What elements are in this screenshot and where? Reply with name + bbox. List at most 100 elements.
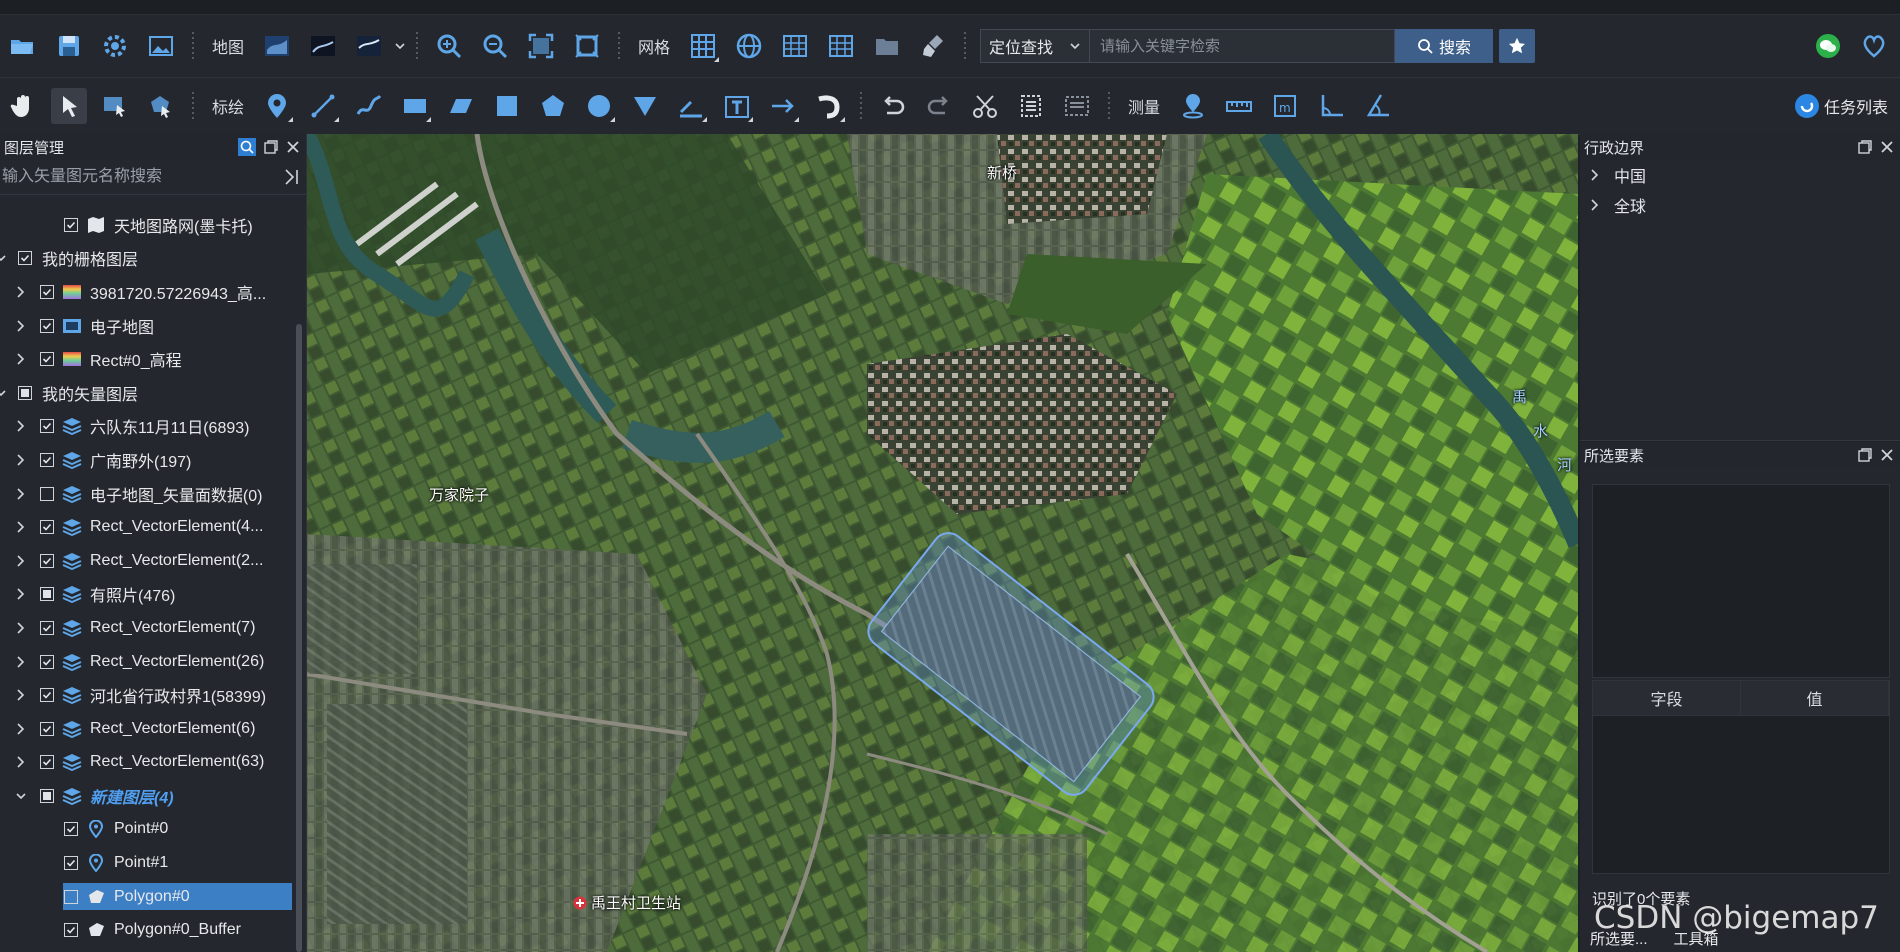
select-arrow-icon[interactable] xyxy=(51,88,87,124)
layer-visibility-checkbox[interactable] xyxy=(40,284,54,299)
layer-tree-item[interactable]: 有照片(476) xyxy=(0,578,296,612)
square-icon[interactable] xyxy=(489,88,525,124)
layer-visibility-checkbox[interactable] xyxy=(40,520,54,535)
layer-visibility-checkbox[interactable] xyxy=(64,822,78,837)
chevron-down-icon[interactable] xyxy=(392,40,408,52)
chevron-right-icon[interactable] xyxy=(14,520,28,534)
layer-visibility-checkbox[interactable] xyxy=(18,251,32,266)
layer-search-input[interactable] xyxy=(0,167,264,187)
image-icon[interactable] xyxy=(143,28,179,64)
arrow-icon[interactable] xyxy=(765,88,801,124)
layer-tree-item[interactable]: 六队东11月11日(6893) xyxy=(0,410,296,444)
fullscreen-icon[interactable] xyxy=(569,28,605,64)
layer-tree-item[interactable]: Polygon#0 xyxy=(0,880,296,914)
zoom-extent-icon[interactable] xyxy=(523,28,559,64)
chevron-right-icon[interactable] xyxy=(14,319,28,333)
layer-tree-item[interactable]: Rect_VectorElement(2... xyxy=(0,544,296,578)
night-map-icon[interactable] xyxy=(305,28,341,64)
zoom-in-icon[interactable] xyxy=(431,28,467,64)
restore-window-icon[interactable] xyxy=(1858,140,1872,154)
layer-visibility-checkbox[interactable] xyxy=(40,721,54,736)
pan-hand-icon[interactable] xyxy=(5,88,41,124)
layer-tree-item[interactable]: 我的栅格图层 xyxy=(0,242,296,276)
rect-select-icon[interactable] xyxy=(97,88,133,124)
close-icon[interactable] xyxy=(1880,448,1894,462)
chevron-down-icon[interactable] xyxy=(0,386,8,400)
layer-tree-item[interactable]: Polygon#0_Buffer xyxy=(0,913,296,947)
chevron-right-icon[interactable] xyxy=(14,621,28,635)
restore-window-icon[interactable] xyxy=(264,140,278,154)
feature-list-box[interactable] xyxy=(1592,484,1890,678)
line-icon[interactable] xyxy=(305,88,341,124)
chevron-right-icon[interactable] xyxy=(14,352,28,366)
layer-tree-item[interactable]: Rect_VectorElement(63) xyxy=(0,746,296,780)
grid-icon[interactable] xyxy=(685,28,721,64)
layer-tree-item[interactable]: 河北省行政村界1(58399) xyxy=(0,678,296,712)
angle-measure-icon[interactable] xyxy=(1313,88,1349,124)
scissors-icon[interactable] xyxy=(967,88,1003,124)
text-icon[interactable] xyxy=(719,88,755,124)
favorite-button[interactable] xyxy=(1499,29,1536,63)
map-canvas[interactable]: 新桥 万家院子 禹王村卫生站 禹 水 河 xyxy=(307,134,1578,952)
save-icon[interactable] xyxy=(51,28,87,64)
admin-item-china[interactable]: 中国 xyxy=(1580,160,1900,190)
chevron-right-icon[interactable] xyxy=(14,285,28,299)
chevron-right-icon[interactable] xyxy=(14,419,28,433)
chevron-right-icon[interactable] xyxy=(14,453,28,467)
layer-tree-item[interactable]: Rect#0_高程 xyxy=(0,342,296,376)
close-icon[interactable] xyxy=(286,140,300,154)
layer-tree-item[interactable]: 天地图路网(墨卡托) xyxy=(0,208,296,242)
rectangle-icon[interactable] xyxy=(397,88,433,124)
freehand-line-icon[interactable] xyxy=(351,88,387,124)
keyword-search-input[interactable] xyxy=(1090,29,1396,63)
layer-tree-item[interactable]: 我的矢量图层 xyxy=(0,376,296,410)
chevron-right-icon[interactable] xyxy=(14,487,28,501)
collapse-panel-icon[interactable] xyxy=(284,168,300,186)
attribute-table-icon[interactable] xyxy=(1013,88,1049,124)
layer-tree-item[interactable]: Rect_VectorElement(7) xyxy=(0,611,296,645)
layer-visibility-checkbox[interactable] xyxy=(40,654,54,669)
chevron-right-icon[interactable] xyxy=(14,688,28,702)
map-source-icon[interactable] xyxy=(351,28,387,64)
chevron-right-icon[interactable] xyxy=(14,655,28,669)
layer-tree-item[interactable]: 电子地图_矢量面数据(0) xyxy=(0,477,296,511)
search-icon[interactable] xyxy=(238,138,256,156)
admin-item-global[interactable]: 全球 xyxy=(1580,190,1900,220)
zoom-out-icon[interactable] xyxy=(477,28,513,64)
area-measure-icon[interactable]: m xyxy=(1267,88,1303,124)
layer-visibility-checkbox[interactable] xyxy=(40,620,54,635)
search-button[interactable]: 搜索 xyxy=(1395,29,1494,63)
layer-tree-item[interactable]: Rect_VectorElement(6) xyxy=(0,712,296,746)
layer-visibility-checkbox[interactable] xyxy=(64,856,78,871)
task-list-button[interactable]: 任务列表 xyxy=(1794,93,1888,119)
layer-tree-item[interactable]: Rect_VectorElement(4... xyxy=(0,510,296,544)
chevron-right-icon[interactable] xyxy=(14,722,28,736)
help-icon[interactable] xyxy=(1856,28,1892,64)
marker-icon[interactable] xyxy=(259,88,295,124)
chevron-down-icon[interactable] xyxy=(14,789,28,803)
layer-visibility-checkbox[interactable] xyxy=(40,486,54,501)
layer-visibility-checkbox[interactable] xyxy=(64,923,78,938)
azimuth-measure-icon[interactable] xyxy=(1359,88,1395,124)
location-measure-icon[interactable] xyxy=(1175,88,1211,124)
layer-tree-item[interactable]: 新建图层(4) xyxy=(0,779,296,813)
layer-tree-item[interactable]: 广南野外(197) xyxy=(0,443,296,477)
layer-tree-item[interactable]: Point#1 xyxy=(0,846,296,880)
column-value[interactable]: 值 xyxy=(1741,681,1889,715)
layer-visibility-checkbox[interactable] xyxy=(40,587,54,602)
chevron-right-icon[interactable] xyxy=(14,755,28,769)
close-icon[interactable] xyxy=(1880,140,1894,154)
list-panel-icon[interactable] xyxy=(1059,88,1095,124)
curve-arrow-icon[interactable] xyxy=(811,88,847,124)
layer-tree-item[interactable]: Point#0 xyxy=(0,813,296,847)
layer-visibility-checkbox[interactable] xyxy=(18,385,32,400)
attribute-table[interactable]: 字段 值 xyxy=(1592,680,1890,874)
column-field[interactable]: 字段 xyxy=(1593,681,1741,715)
layer-visibility-checkbox[interactable] xyxy=(40,352,54,367)
folder-icon[interactable] xyxy=(869,28,905,64)
layer-tree-item[interactable]: 电子地图 xyxy=(0,309,296,343)
open-folder-icon[interactable] xyxy=(5,28,41,64)
wechat-icon[interactable] xyxy=(1810,28,1846,64)
chevron-right-icon[interactable] xyxy=(14,554,28,568)
layer-visibility-checkbox[interactable] xyxy=(40,452,54,467)
